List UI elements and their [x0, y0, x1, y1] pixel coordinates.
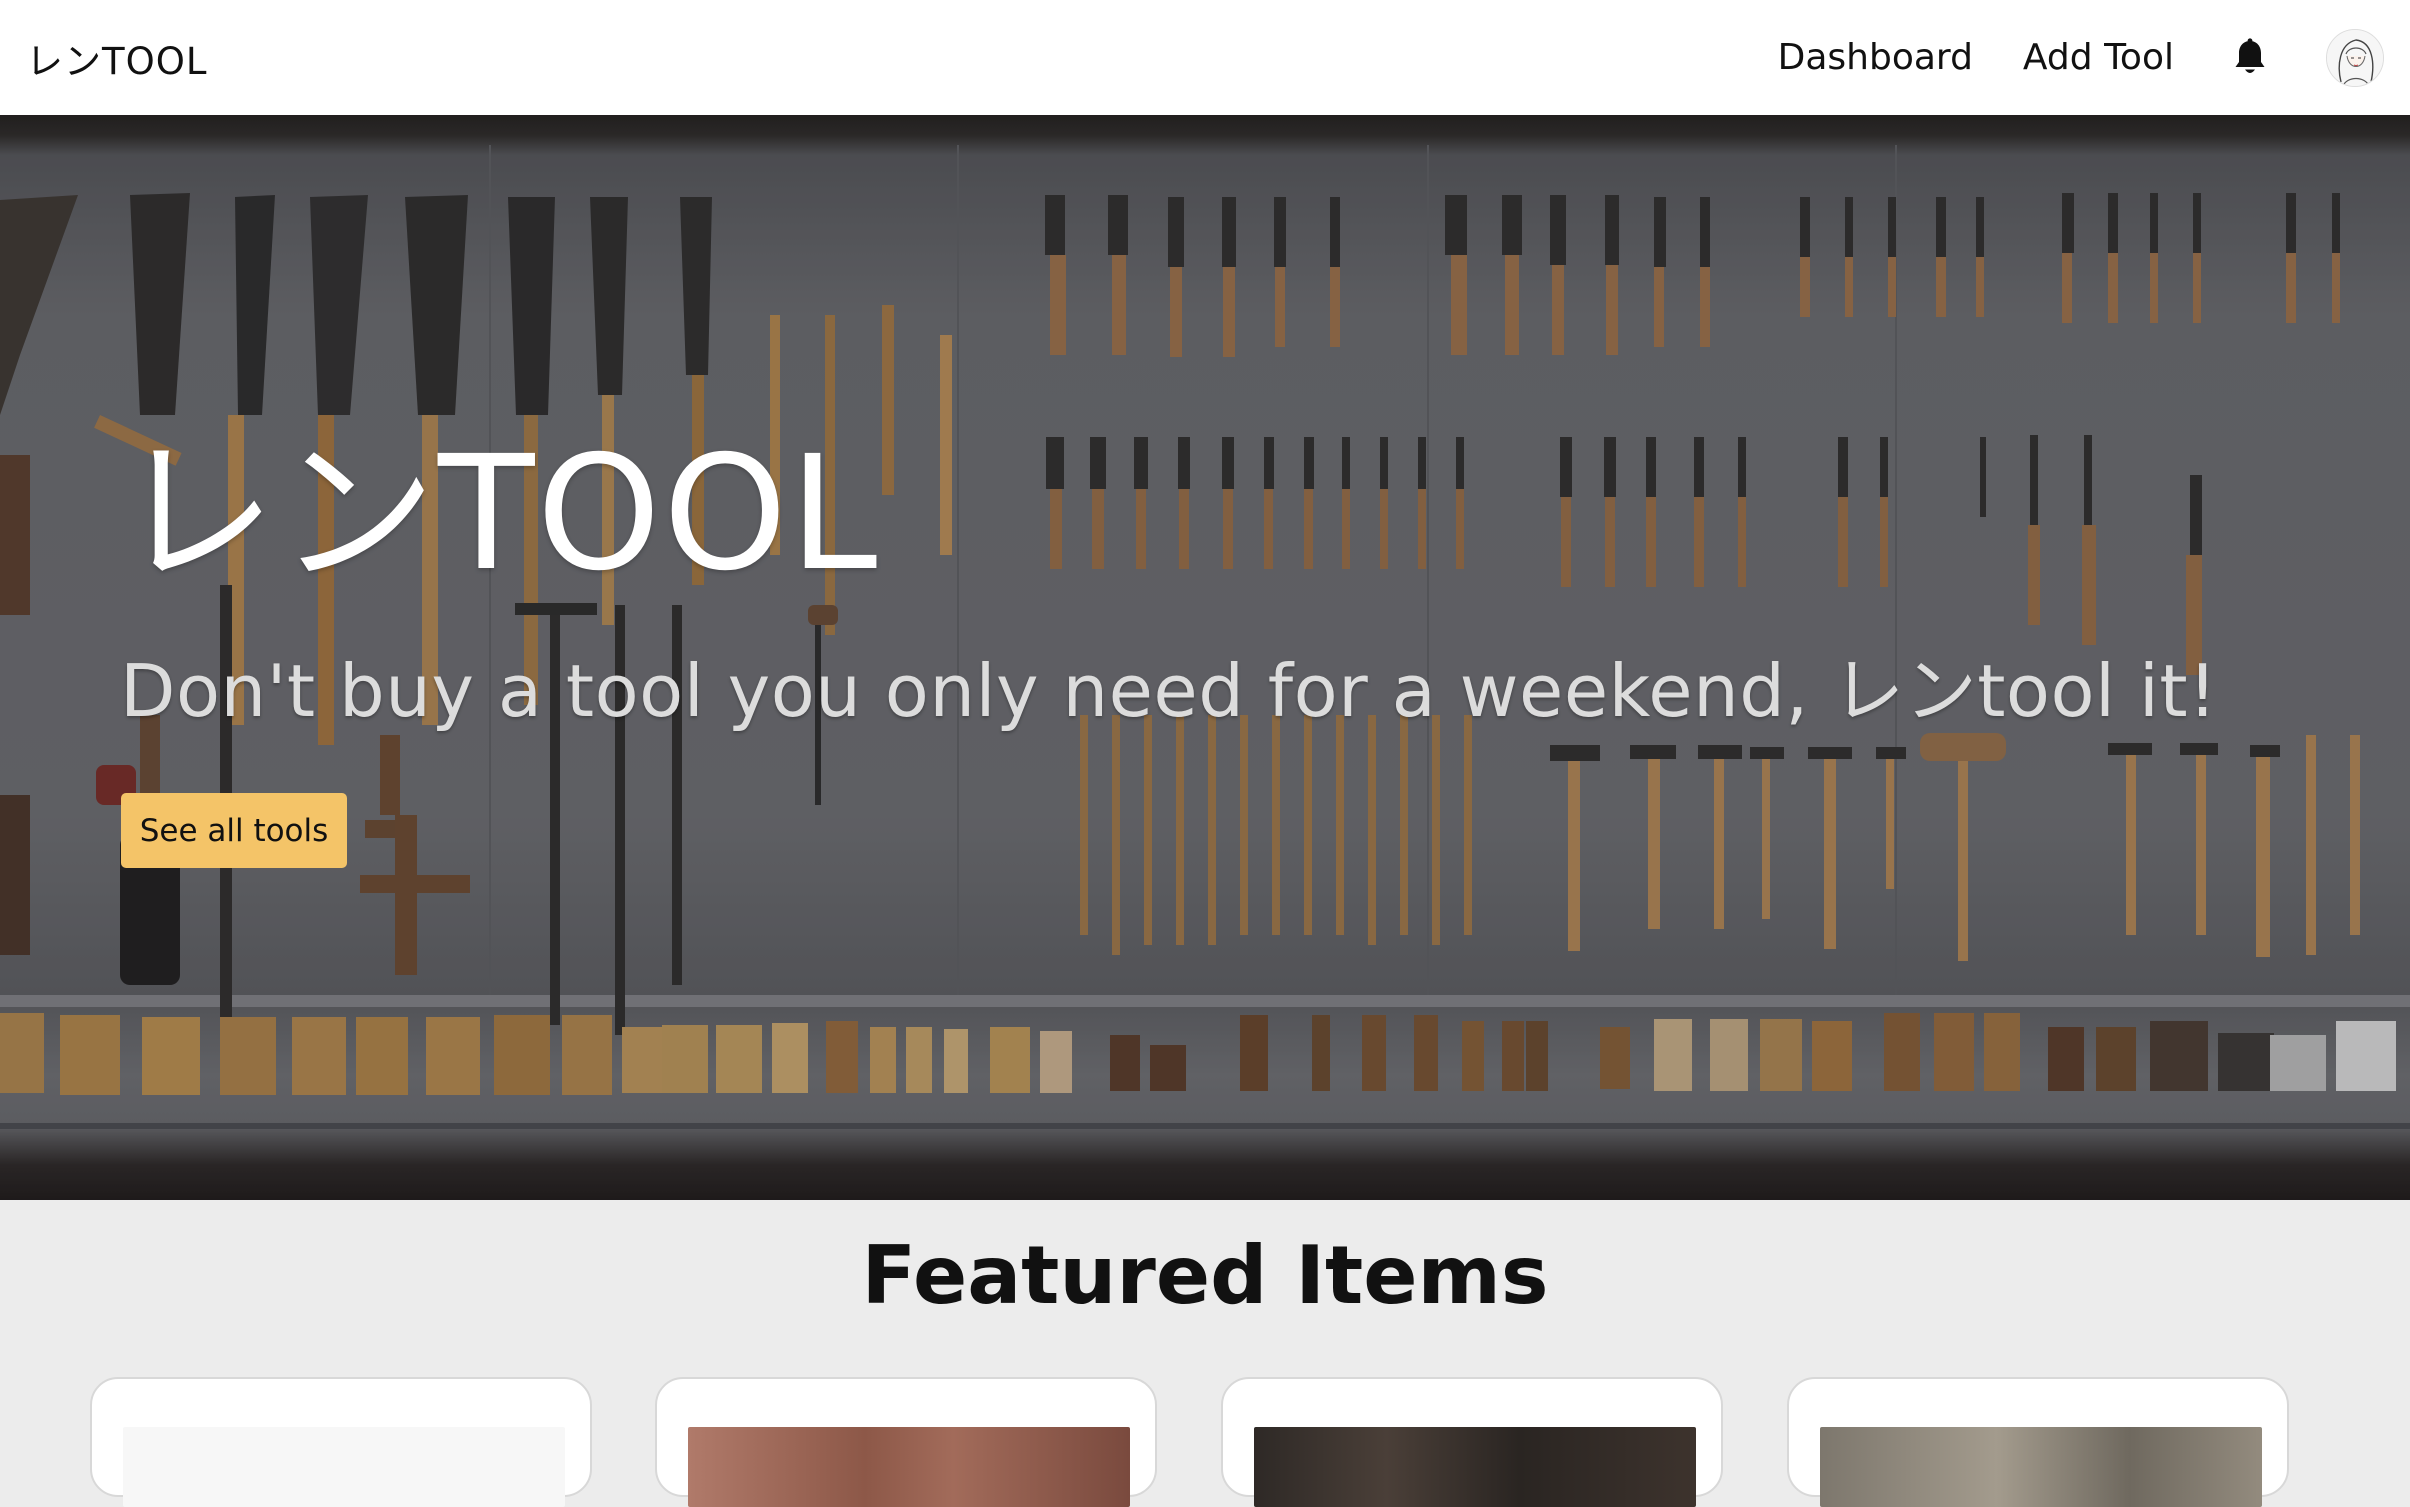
- avatar[interactable]: [2326, 28, 2384, 87]
- featured-item-card[interactable]: [1221, 1377, 1723, 1507]
- hero-tagline: Don't buy a tool you only need for a wee…: [120, 649, 2218, 733]
- see-all-tools-button[interactable]: See all tools: [121, 793, 347, 868]
- top-navbar: レンTOOL Dashboard Add Tool: [0, 0, 2410, 115]
- featured-item-card[interactable]: [90, 1377, 592, 1507]
- hero-banner: レンTOOL Don't buy a tool you only need fo…: [0, 115, 2410, 1200]
- featured-item-image: [1820, 1427, 2262, 1507]
- nav-link-dashboard[interactable]: Dashboard: [1778, 37, 1973, 78]
- featured-items-heading: Featured Items: [861, 1229, 1549, 1322]
- featured-item-image: [123, 1427, 565, 1507]
- featured-item-image: [688, 1427, 1130, 1507]
- featured-item-card[interactable]: [655, 1377, 1157, 1507]
- featured-item-card[interactable]: [1787, 1377, 2289, 1507]
- nav-link-add-tool[interactable]: Add Tool: [2023, 37, 2174, 78]
- featured-item-image: [1254, 1427, 1696, 1507]
- bell-icon[interactable]: [2230, 36, 2270, 80]
- brand-logo[interactable]: レンTOOL: [26, 31, 207, 85]
- hero-title: レンTOOL: [118, 422, 880, 606]
